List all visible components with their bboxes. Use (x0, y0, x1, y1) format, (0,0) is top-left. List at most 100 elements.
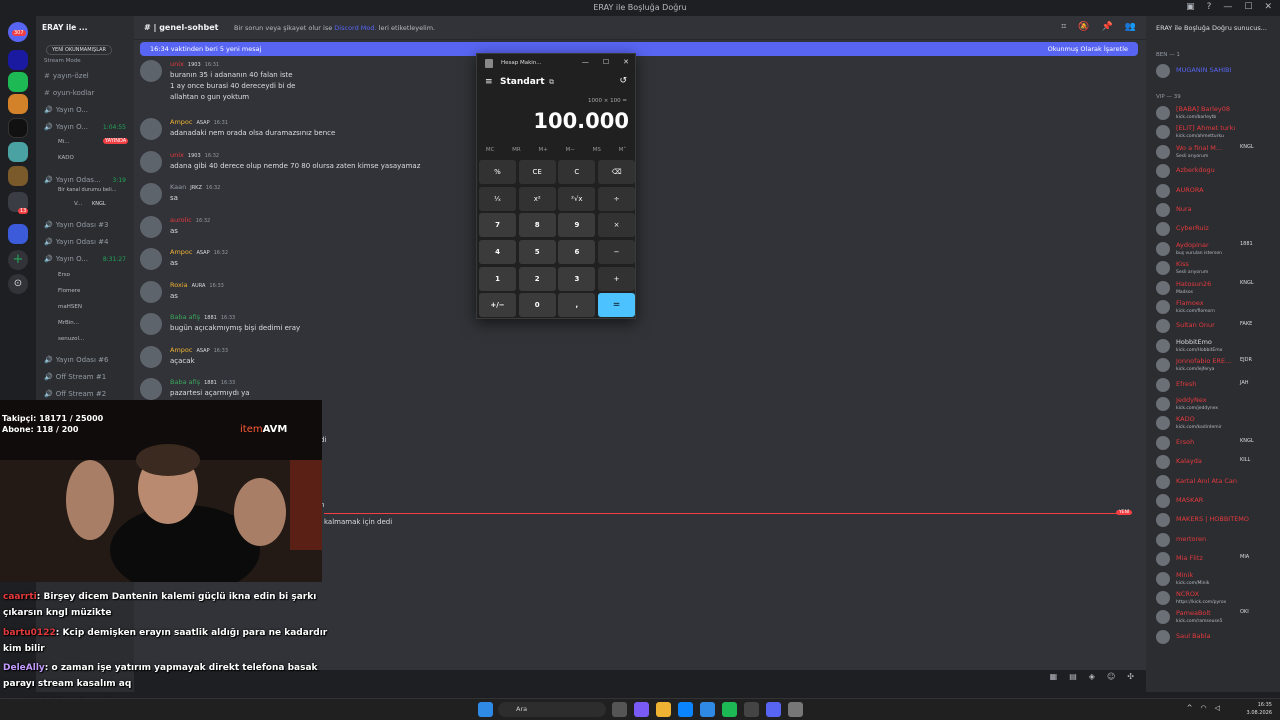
calc-key[interactable]: , (558, 293, 596, 318)
taskbar-search[interactable]: Ara (498, 702, 606, 717)
voice-channel[interactable]: 🔊 Off Stream #2 (44, 390, 106, 398)
voice-channel[interactable]: 🔊 Off Stream #1 (44, 373, 106, 381)
server-icon[interactable] (8, 142, 28, 162)
member-item[interactable]: AURORA (1156, 182, 1280, 200)
apps-icon[interactable]: ✣ (1127, 672, 1134, 681)
voice-member[interactable]: Erso (58, 272, 70, 278)
username[interactable]: Ampoc (170, 248, 192, 256)
app-icon[interactable] (634, 702, 649, 717)
calc-key[interactable]: C (558, 160, 596, 184)
voice-member[interactable]: maHSEN (58, 304, 82, 310)
sticker-icon[interactable]: ◈ (1089, 672, 1095, 681)
maximize-button[interactable]: ☐ (1244, 2, 1252, 12)
calc-key[interactable]: +/− (479, 293, 516, 318)
calc-key[interactable]: × (598, 213, 636, 238)
calc-key[interactable]: 0 (518, 293, 556, 318)
member-item[interactable]: MUGANIN SAHIBI (1156, 62, 1280, 80)
username[interactable]: Kaan (170, 183, 186, 191)
task-view-icon[interactable] (612, 702, 627, 717)
avatar[interactable] (140, 313, 162, 335)
member-item[interactable]: Minik kick.com/Minik (1156, 570, 1280, 588)
member-item[interactable]: Ersoh KNGL (1156, 434, 1280, 452)
discord-icon[interactable] (766, 702, 781, 717)
tray-expand-icon[interactable]: ^ (1187, 704, 1193, 712)
calc-minimize-button[interactable]: — (582, 58, 589, 66)
calc-key[interactable]: 8 (518, 213, 556, 238)
calc-close-button[interactable]: ✕ (623, 58, 629, 66)
member-item[interactable]: Wo a final M... KNGL Sesli arıyorum (1156, 143, 1280, 161)
calc-key[interactable]: CE (518, 160, 556, 184)
store-icon[interactable] (700, 702, 715, 717)
channel-item[interactable]: # oyun-kodlar (44, 89, 94, 97)
add-server-icon[interactable]: + (8, 250, 28, 270)
avatar[interactable] (140, 151, 162, 173)
voice-member[interactable]: MrBin... (58, 320, 79, 326)
memory-button[interactable]: M˅ (619, 147, 627, 153)
username[interactable]: aurolic (170, 216, 192, 224)
calculator-taskbar-icon[interactable] (788, 702, 803, 717)
calc-key[interactable]: ⌫ (598, 160, 636, 184)
calc-key[interactable]: ÷ (598, 186, 636, 211)
edge-icon[interactable] (678, 702, 693, 717)
member-item[interactable]: MASKAR (1156, 492, 1280, 510)
member-item[interactable]: Kiss Sesli arıyorum (1156, 259, 1280, 277)
calc-key[interactable]: 9 (558, 213, 596, 238)
avatar[interactable] (140, 281, 162, 303)
history-icon[interactable]: ↺ (619, 76, 627, 86)
member-item[interactable]: Kartal Anıl Ata Can (1156, 473, 1280, 491)
server-icon[interactable] (8, 118, 28, 138)
member-item[interactable]: Nura (1156, 201, 1280, 219)
memory-button[interactable]: M− (566, 147, 575, 153)
member-item[interactable]: Aydopinar 1881 buş vurulan istersen (1156, 240, 1280, 258)
avatar[interactable] (140, 346, 162, 368)
spotify-icon[interactable] (722, 702, 737, 717)
calc-key[interactable]: 4 (479, 240, 516, 265)
avatar[interactable] (140, 378, 162, 400)
memory-button[interactable]: MC (486, 147, 495, 153)
wifi-icon[interactable]: ◠ (1201, 704, 1207, 712)
explore-icon[interactable]: ⊙ (8, 274, 28, 294)
mute-icon[interactable]: 🔕 (1078, 22, 1089, 32)
channel-item[interactable]: # yayın-özel (44, 72, 89, 80)
member-item[interactable]: Saul Babla (1156, 628, 1280, 646)
menu-icon[interactable]: ≡ (485, 77, 493, 87)
username[interactable]: Roxia (170, 281, 188, 289)
voice-channel[interactable]: 🔊 Yayın O... (44, 123, 88, 131)
new-messages-bar[interactable]: 16:34 vaktinden beri 5 yeni mesaj Okunmu… (140, 42, 1138, 56)
member-item[interactable]: Hatosun26 KNGL Madsos (1156, 279, 1280, 297)
server-icon[interactable] (8, 50, 28, 70)
avatar[interactable] (140, 118, 162, 140)
member-item[interactable]: PameaBolt OKI kick.com/ramseuse5 (1156, 608, 1280, 626)
member-item[interactable]: Azberkdogu (1156, 162, 1280, 180)
member-item[interactable]: [BABA] Barley08 kick.com/barleytb (1156, 104, 1280, 122)
avatar[interactable] (140, 216, 162, 238)
username[interactable]: Ampoc (170, 118, 192, 126)
server-name[interactable]: ERAY ile ... (42, 23, 87, 32)
close-button[interactable]: ✕ (1264, 2, 1272, 12)
help-icon[interactable]: ? (1207, 2, 1212, 12)
username[interactable]: Ampoc (170, 346, 192, 354)
calc-key[interactable]: 1 (479, 266, 516, 291)
calc-key[interactable]: 7 (479, 213, 516, 238)
member-item[interactable]: Flamoex kick.com/flomorn (1156, 298, 1280, 316)
calc-key[interactable]: 5 (518, 240, 556, 265)
equals-button[interactable]: = (598, 293, 636, 318)
server-icon[interactable] (8, 72, 28, 92)
calc-key[interactable]: x² (518, 186, 556, 211)
voice-member[interactable]: Flomere (58, 288, 80, 294)
server-icon[interactable] (8, 224, 28, 244)
calc-key[interactable]: + (598, 266, 636, 291)
avatar[interactable] (140, 248, 162, 270)
voice-channel[interactable]: 🔊 Yayın Odası #6 (44, 356, 108, 364)
voice-channel[interactable]: 🔊 Yayın O... (44, 255, 88, 263)
calc-key[interactable]: 2 (518, 266, 556, 291)
voice-channel[interactable]: 🔊 Yayın O... (44, 106, 88, 114)
voice-member[interactable]: V... (74, 201, 82, 207)
username[interactable]: unix (170, 151, 184, 159)
username[interactable]: Baba afiş (170, 313, 200, 321)
voice-channel[interactable]: 🔊 Yayın Odası #3 (44, 221, 108, 229)
member-item[interactable]: CyberRuiz (1156, 220, 1280, 238)
pin-icon[interactable]: 📌 (1102, 22, 1113, 32)
calc-key[interactable]: ¹⁄ₓ (479, 186, 516, 211)
minimize-button[interactable]: — (1223, 2, 1232, 12)
